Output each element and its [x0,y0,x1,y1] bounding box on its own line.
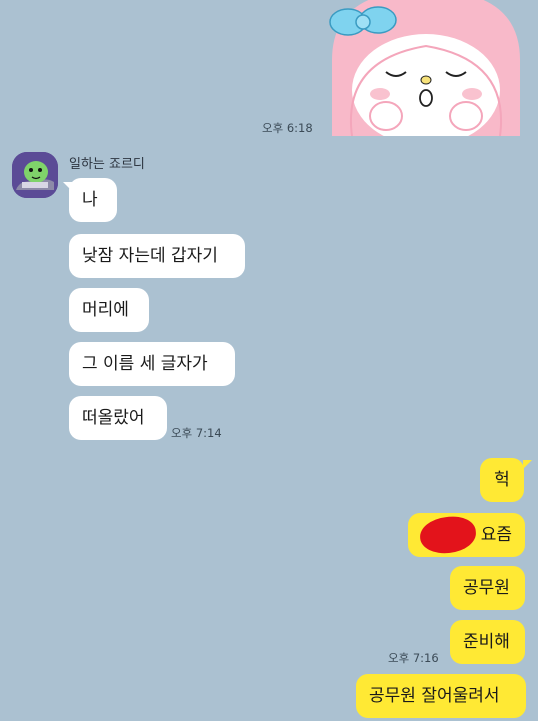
bubble-tail [523,460,532,469]
jordy-avatar-icon [12,152,58,198]
incoming-message[interactable]: 그 이름 세 글자가 [69,342,235,386]
timestamp: 오후 7:16 [388,651,439,665]
outgoing-message[interactable]: 헉 [480,458,524,502]
timestamp: 오후 7:14 [171,426,222,440]
sender-name: 일하는 죠르디 [69,157,145,172]
outgoing-message-text: 요즘 [480,525,512,545]
timestamp: 오후 6:18 [262,121,313,135]
incoming-message[interactable]: 떠올랐어 [69,396,167,440]
avatar[interactable] [12,152,58,198]
outgoing-message[interactable]: 준비해 [450,620,525,664]
incoming-message[interactable]: 낮잠 자는데 갑자기 [69,234,245,278]
my-melody-sticker-icon[interactable] [322,0,530,136]
chat-room: 오후 6:18 일하는 죠르디 나 낮잠 자는데 갑자기 머리에 그 이름 세 … [0,0,538,721]
outgoing-message[interactable]: 공무원 [450,566,525,610]
incoming-message[interactable]: 머리에 [69,288,149,332]
incoming-message[interactable]: 나 [69,178,117,222]
outgoing-message[interactable]: 공무원 잘어울려서 [356,674,526,718]
